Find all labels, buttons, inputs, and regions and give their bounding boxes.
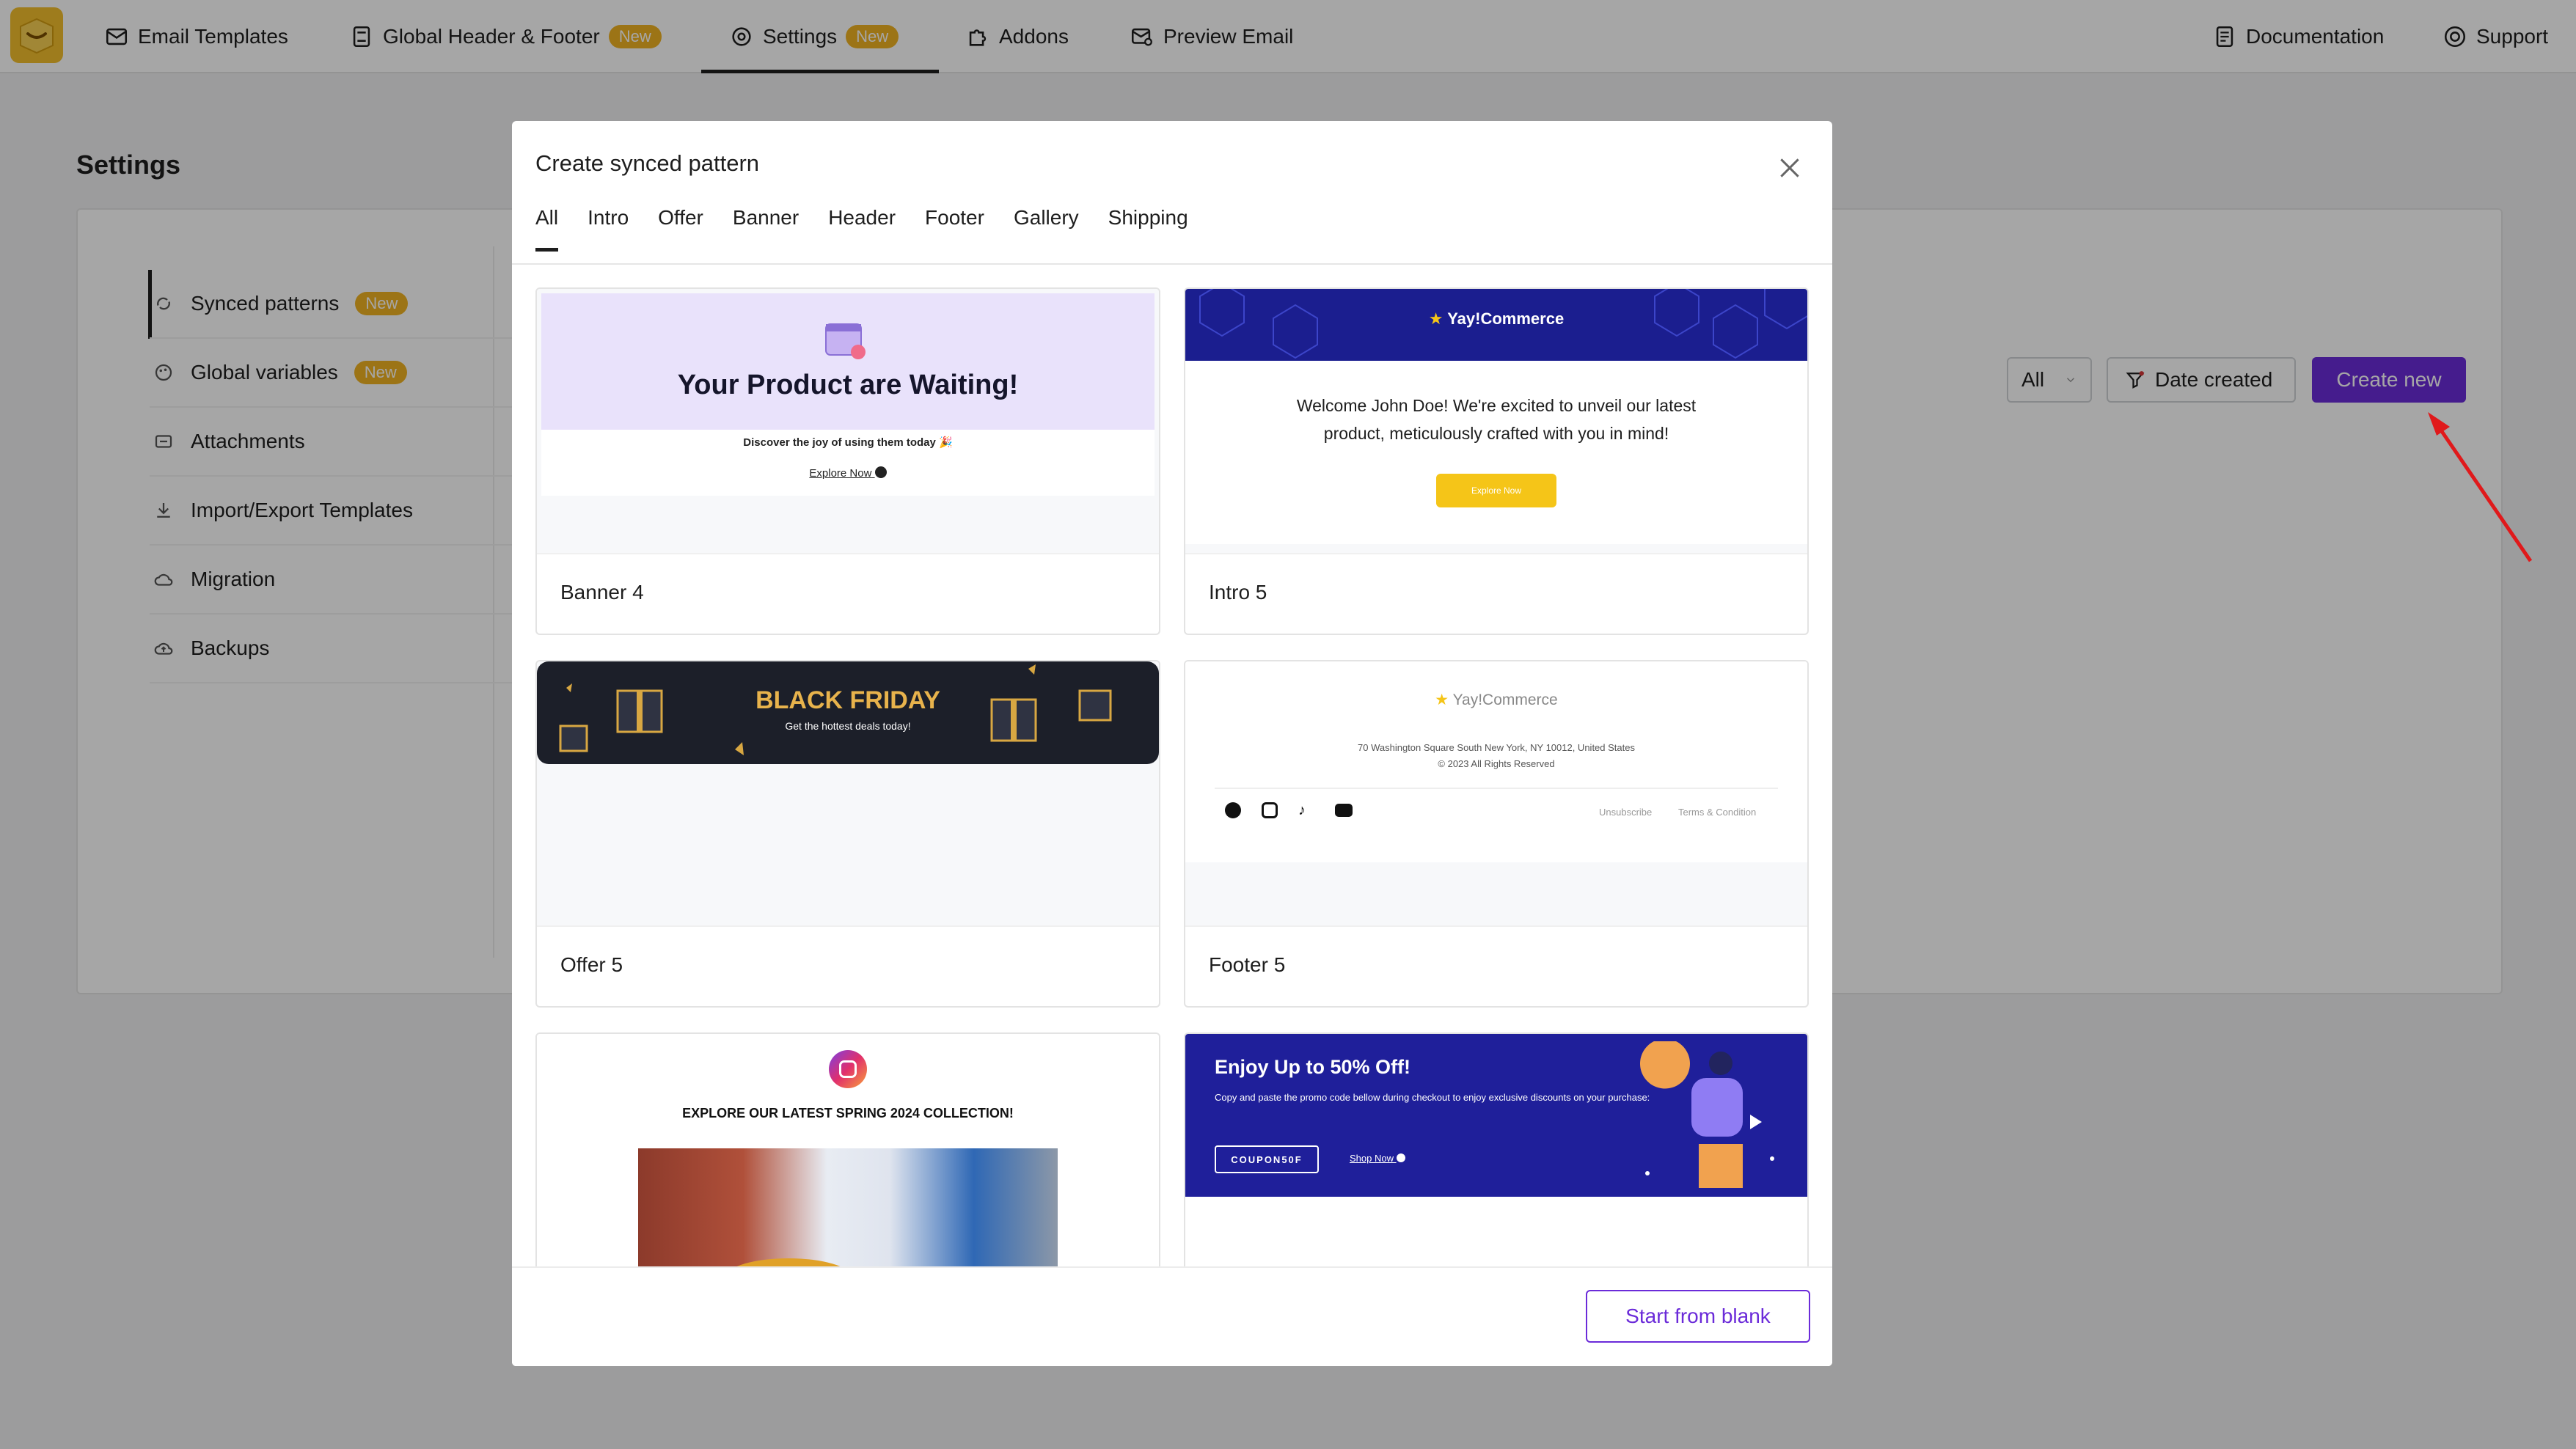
modal-title: Create synced pattern xyxy=(535,150,760,176)
brand-name: Yay!Commerce xyxy=(1452,692,1558,708)
tab-shipping[interactable]: Shipping xyxy=(1108,206,1188,252)
explore-now-label: Explore Now xyxy=(809,467,872,480)
unsubscribe-link: Unsubscribe xyxy=(1599,807,1653,818)
tab-all[interactable]: All xyxy=(535,206,559,252)
brand-logo: ★ Yay!Commerce xyxy=(1185,691,1807,709)
intro-body xyxy=(1185,361,1807,544)
pattern-card-spring-collection[interactable]: EXPLORE OUR LATEST SPRING 2024 COLLECTIO… xyxy=(535,1032,1160,1266)
chair-shape xyxy=(726,1258,851,1266)
banner-headline: Your Product are Waiting! xyxy=(677,370,1019,400)
offer-headline: BLACK FRIDAY xyxy=(755,686,940,714)
card-preview: Your Product are Waiting! Discover the j… xyxy=(537,289,1159,553)
tab-intro[interactable]: Intro xyxy=(588,206,629,252)
close-icon[interactable] xyxy=(1775,153,1804,183)
footer-copyright: © 2023 All Rights Reserved xyxy=(1438,758,1555,769)
arrow-circle-icon xyxy=(874,466,887,478)
offer-subtext: Get the hottest deals today! xyxy=(785,720,911,732)
shop-now-link: Shop Now xyxy=(1350,1153,1405,1164)
card-label: Intro 5 xyxy=(1209,581,1267,604)
tab-offer[interactable]: Offer xyxy=(658,206,703,252)
card-preview: ★ Yay!Commerce Welcome John Doe! We're e… xyxy=(1185,289,1807,553)
card-preview: EXPLORE OUR LATEST SPRING 2024 COLLECTIO… xyxy=(537,1034,1159,1266)
annotation-arrow-icon xyxy=(2428,412,2533,562)
card-divider xyxy=(1185,553,1807,554)
card-label: Banner 4 xyxy=(560,581,644,604)
tab-footer[interactable]: Footer xyxy=(925,206,984,252)
card-preview: Enjoy Up to 50% Off! Copy and paste the … xyxy=(1185,1034,1807,1266)
arrow-circle-icon xyxy=(1396,1153,1405,1162)
pattern-card-banner-4[interactable]: Your Product are Waiting! Discover the j… xyxy=(535,287,1160,635)
instagram-icon xyxy=(1262,802,1278,818)
footer-divider xyxy=(1215,788,1778,789)
collection-headline: EXPLORE OUR LATEST SPRING 2024 COLLECTIO… xyxy=(682,1106,1014,1120)
card-preview: BLACK FRIDAY Get the hottest deals today… xyxy=(537,661,1159,925)
calendar-icon xyxy=(825,323,866,359)
discount-headline: Enjoy Up to 50% Off! xyxy=(1215,1056,1411,1078)
card-preview: ★ Yay!Commerce 70 Washington Square Sout… xyxy=(1185,661,1807,925)
card-divider xyxy=(1185,925,1807,927)
intro-text: Welcome John Doe! We're excited to unvei… xyxy=(1296,396,1697,443)
card-divider xyxy=(537,553,1159,554)
pattern-category-tabs: All Intro Offer Banner Header Footer Gal… xyxy=(535,206,1188,257)
banner-subtext: Discover the joy of using them today 🎉 xyxy=(743,436,953,449)
pattern-card-footer-5[interactable]: ★ Yay!Commerce 70 Washington Square Sout… xyxy=(1184,660,1809,1008)
terms-link: Terms & Condition xyxy=(1678,807,1757,818)
shop-now-label: Shop Now xyxy=(1350,1153,1394,1164)
card-label: Footer 5 xyxy=(1209,953,1286,976)
tab-banner[interactable]: Banner xyxy=(733,206,799,252)
tiktok-icon: ♪ xyxy=(1298,802,1306,818)
card-divider xyxy=(537,925,1159,927)
coupon-code: COUPON50F xyxy=(1215,1145,1319,1173)
discount-body: Copy and paste the promo code bellow dur… xyxy=(1215,1092,1650,1103)
instagram-glyph xyxy=(839,1060,857,1078)
modal-footer-bar: Start from blank xyxy=(512,1266,1832,1366)
footer-address: 70 Washington Square South New York, NY … xyxy=(1358,742,1635,753)
card-label: Offer 5 xyxy=(560,953,623,976)
tab-gallery[interactable]: Gallery xyxy=(1014,206,1079,252)
star-icon: ★ xyxy=(1428,309,1448,328)
collection-photo xyxy=(638,1148,1058,1266)
explore-now-button: Explore Now xyxy=(1436,474,1556,507)
pattern-card-offer-5[interactable]: BLACK FRIDAY Get the hottest deals today… xyxy=(535,660,1160,1008)
star-icon: ★ xyxy=(1435,692,1453,708)
tab-header[interactable]: Header xyxy=(828,206,896,252)
brand-logo: ★ Yay!Commerce xyxy=(1185,309,1807,329)
brand-name: Yay!Commerce xyxy=(1447,309,1565,328)
pattern-card-intro-5[interactable]: ★ Yay!Commerce Welcome John Doe! We're e… xyxy=(1184,287,1809,635)
explore-now-link: Explore Now xyxy=(537,466,1159,480)
facebook-icon xyxy=(1225,802,1241,818)
start-from-blank-button[interactable]: Start from blank xyxy=(1586,1290,1810,1343)
social-icons: ♪ xyxy=(1225,802,1353,818)
shopping-illustration xyxy=(1640,1041,1774,1188)
youtube-icon xyxy=(1335,804,1353,817)
pattern-card-discount-offer[interactable]: Enjoy Up to 50% Off! Copy and paste the … xyxy=(1184,1032,1809,1266)
pattern-grid-viewport: Your Product are Waiting! Discover the j… xyxy=(512,264,1832,1266)
instagram-icon xyxy=(829,1050,867,1088)
